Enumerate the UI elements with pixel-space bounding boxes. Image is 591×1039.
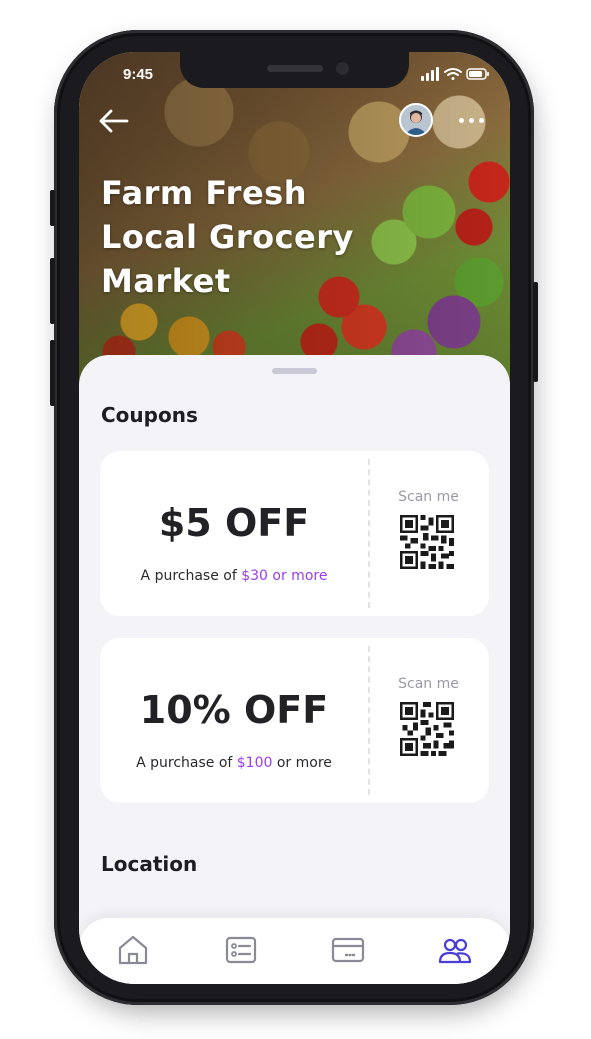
arrow-left-icon[interactable] xyxy=(97,106,131,136)
side-button-volume-up xyxy=(50,258,55,324)
coupon-terms-suffix: or more xyxy=(272,755,332,771)
page-title: Farm Fresh Local Grocery Market xyxy=(101,174,354,300)
drag-handle[interactable] xyxy=(272,368,317,374)
more-horizontal-icon-dot xyxy=(469,118,474,123)
coupon-terms-highlight: $100 xyxy=(236,755,273,771)
users-icon[interactable] xyxy=(437,932,473,968)
coupon-terms-prefix: A purchase of xyxy=(140,568,242,584)
card-icon[interactable] xyxy=(330,932,366,968)
coupon-amount: 10% OFF xyxy=(139,688,329,732)
coupon-divider xyxy=(368,459,370,608)
status-icons xyxy=(421,67,489,81)
content-sheet: Coupons $5 OFF A purchase of $30 or more… xyxy=(79,355,510,984)
coupons-section-title: Coupons xyxy=(101,403,198,427)
status-time: 9:45 xyxy=(123,66,154,83)
bottom-tab-bar xyxy=(79,918,510,984)
coupon-terms-highlight: $30 or more xyxy=(241,568,328,584)
qr-code-icon[interactable] xyxy=(400,515,454,569)
signal-icon xyxy=(421,67,439,81)
more-horizontal-icon-dot xyxy=(459,118,464,123)
home-icon[interactable] xyxy=(115,932,151,968)
more-horizontal-icon-dot xyxy=(479,118,484,123)
app-screen: 9:45 Farm Fresh Local Grocery Market Cou… xyxy=(79,52,510,984)
scan-label: Scan me xyxy=(398,489,459,505)
coupon-divider xyxy=(368,646,370,795)
coupon-terms-prefix: A purchase of xyxy=(136,755,237,771)
coupon-amount: $5 OFF xyxy=(158,501,310,545)
coupon-terms: A purchase of $100 or more xyxy=(100,755,368,771)
speaker-grille xyxy=(267,65,323,72)
location-section-title: Location xyxy=(101,852,198,876)
more-options-button[interactable] xyxy=(457,110,487,130)
list-icon[interactable] xyxy=(223,932,259,968)
coupon-card[interactable]: $5 OFF A purchase of $30 or more Scan me xyxy=(100,451,489,616)
side-button-power xyxy=(533,282,538,382)
coupon-terms: A purchase of $30 or more xyxy=(100,568,368,584)
side-button-silent xyxy=(50,190,55,226)
side-button-volume-down xyxy=(50,340,55,406)
battery-icon xyxy=(466,68,489,80)
scan-label: Scan me xyxy=(398,676,459,692)
wifi-icon xyxy=(444,68,462,80)
user-avatar-icon xyxy=(401,105,431,135)
qr-code-icon[interactable] xyxy=(400,702,454,756)
coupon-card[interactable]: 10% OFF A purchase of $100 or more Scan … xyxy=(100,638,489,803)
avatar[interactable] xyxy=(399,103,433,137)
front-camera xyxy=(336,62,349,75)
